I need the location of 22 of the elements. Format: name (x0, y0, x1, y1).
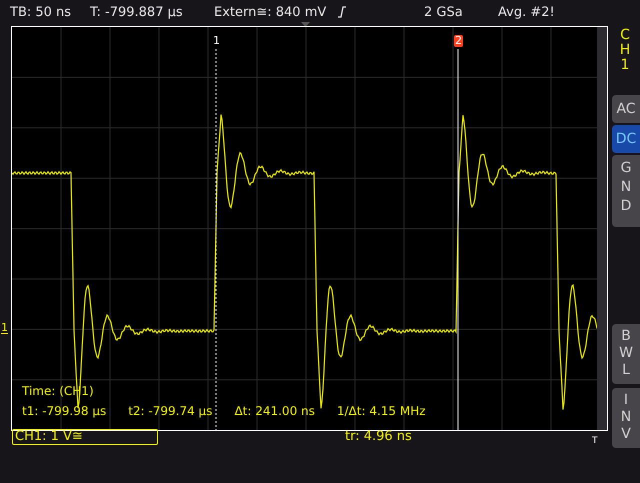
rise-time-label: tr: 4.96 ns (345, 429, 412, 445)
coupling-button[interactable]: AC (612, 95, 640, 123)
rising-edge-icon (338, 6, 346, 18)
option-button[interactable]: BWL (612, 324, 640, 384)
measurement-value: Δt: 241.00 ns (234, 403, 315, 420)
measurement-value: t2: -799.74 µs (128, 403, 212, 420)
cursor-marker[interactable]: 2 (454, 35, 463, 47)
acquisition-label: Avg. #2! (498, 4, 555, 22)
scroll-bar[interactable] (597, 27, 607, 430)
coupling-button[interactable]: DC (612, 125, 640, 153)
channel-label: CH1 (618, 28, 632, 73)
channel-setting[interactable]: CH1: 1 V≅ (12, 429, 158, 445)
trigger-marker[interactable]: T (592, 437, 598, 446)
trigger-time-label: T: -799.887 µs (90, 4, 183, 22)
coupling-button[interactable]: GND (612, 155, 640, 227)
timebase-label: TB: 50 ns (10, 4, 72, 22)
measurement-value: t1: -799.98 µs (22, 403, 106, 420)
trigger-source-label: Extern≅: 840 mV (214, 4, 326, 22)
option-button[interactable]: INV (612, 388, 640, 448)
cursor-marker[interactable]: 1 (212, 35, 221, 47)
sample-rate-label: 2 GSa (424, 4, 463, 22)
measurement-value: 1/Δt: 4.15 MHz (336, 403, 426, 420)
